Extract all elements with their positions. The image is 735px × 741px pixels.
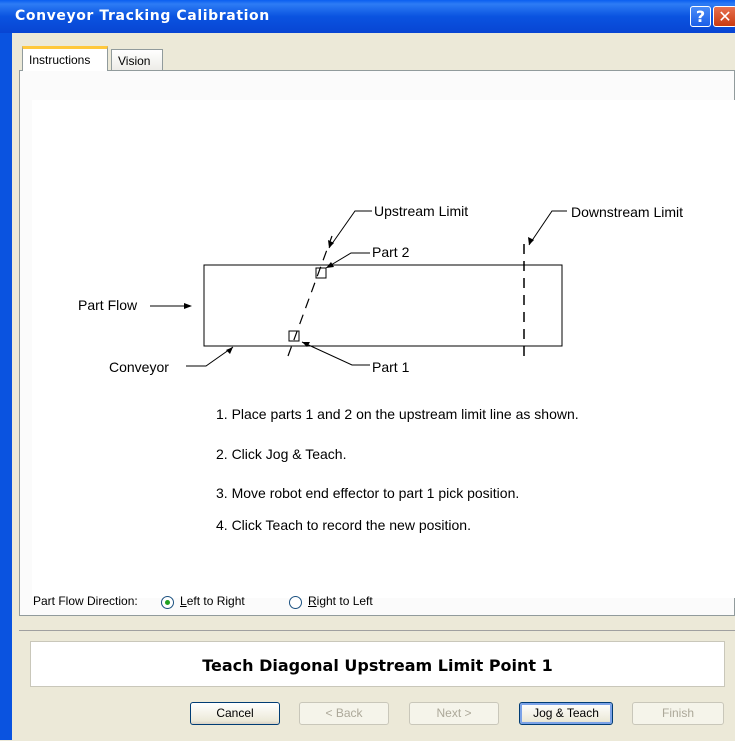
downstream-limit-label: Downstream Limit: [571, 204, 684, 220]
right-to-left-rest: ight to Left: [316, 594, 373, 608]
status-text: Teach Diagonal Upstream Limit Point 1: [202, 656, 553, 675]
step-3: 3. Move robot end effector to part 1 pic…: [216, 485, 520, 501]
mnemonic-r: R: [308, 594, 317, 608]
step-2: 2. Click Jog & Teach.: [216, 446, 347, 462]
left-to-right-rest: eft to Right: [186, 594, 245, 608]
cancel-button[interactable]: Cancel: [190, 702, 280, 725]
finish-button[interactable]: Finish: [632, 702, 724, 725]
part-2-marker: [315, 267, 327, 279]
part-2-label: Part 2: [372, 244, 410, 260]
conveyor-leader: [186, 346, 234, 367]
downstream-leader: [528, 210, 567, 246]
part-flow-label: Part Flow: [78, 297, 138, 313]
left-to-right-label[interactable]: Left to Right: [180, 594, 245, 608]
part-flow-direction-label: Part Flow Direction:: [33, 594, 138, 608]
back-button[interactable]: < Back: [299, 702, 389, 725]
next-button[interactable]: Next >: [409, 702, 499, 725]
radio-right-to-left[interactable]: [289, 596, 302, 609]
part-1-leader: [301, 341, 370, 366]
step-4: 4. Click Teach to record the new positio…: [216, 517, 471, 533]
conveyor-label: Conveyor: [109, 359, 169, 375]
step-1: 1. Place parts 1 and 2 on the upstream l…: [216, 406, 579, 422]
upstream-limit-line: [287, 235, 333, 357]
radio-left-to-right[interactable]: [161, 596, 174, 609]
status-box: Teach Diagonal Upstream Limit Point 1: [30, 641, 725, 687]
upstream-limit-label: Upstream Limit: [374, 203, 469, 219]
radio-selected-dot: [165, 600, 170, 605]
tab-instructions[interactable]: Instructions: [22, 46, 108, 71]
right-to-left-label[interactable]: Right to Left: [308, 594, 373, 608]
conveyor-belt: [203, 264, 563, 347]
upstream-leader: [328, 210, 372, 249]
jog-teach-button[interactable]: Jog & Teach: [519, 702, 613, 725]
part-1-label: Part 1: [372, 359, 410, 375]
mnemonic-l: L: [180, 594, 187, 608]
